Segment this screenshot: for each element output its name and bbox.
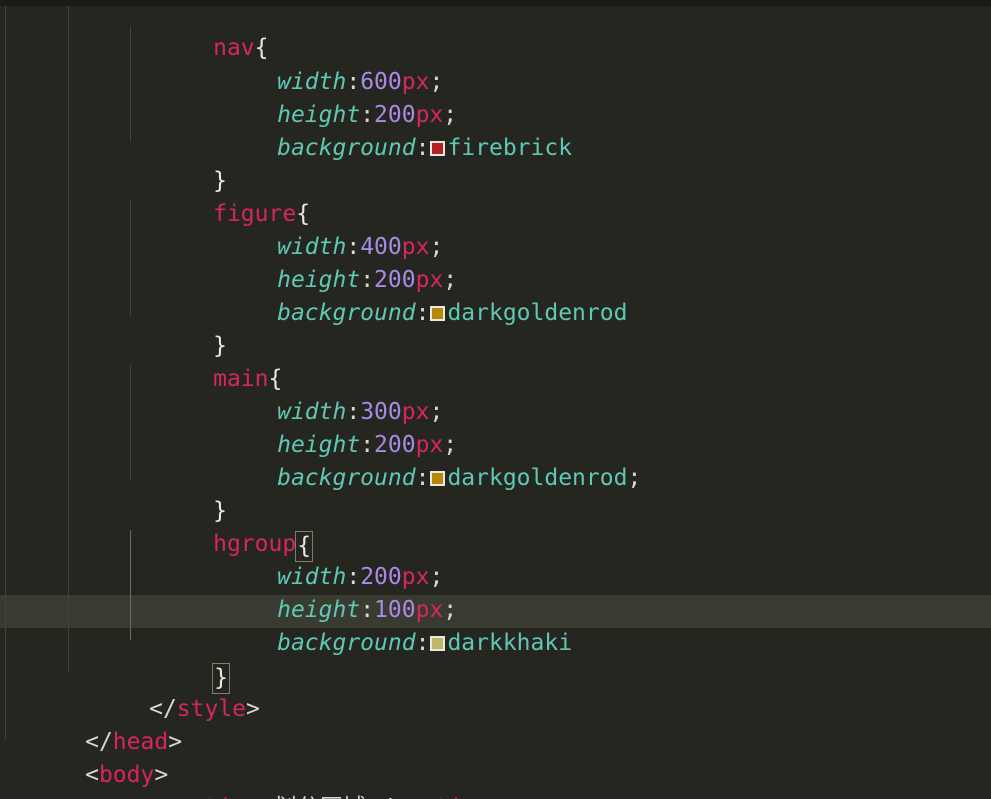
css-color-keyword: darkkhaki [447,630,573,656]
html-tag-name: style [176,696,247,722]
tag-bracket-close: > [246,696,260,722]
code-line[interactable]: } [130,297,227,359]
semicolon: ; [627,465,642,491]
code-line[interactable]: background: darkgoldenrod [194,264,627,326]
colon: : [415,135,430,161]
code-line[interactable]: <section>划分区域</section> [66,759,504,799]
tag-bracket-close: > [168,729,183,755]
code-line[interactable]: height:200px; [194,231,457,293]
code-line[interactable]: height:200px; [194,66,457,128]
color-swatch-preview-darkkhaki[interactable] [430,636,446,651]
css-color-keyword: firebrick [447,135,573,161]
code-line[interactable]: height:100px; [194,561,457,623]
css-color-keyword: darkgoldenrod [447,300,628,326]
css-property: background [277,630,416,656]
code-line[interactable]: } [130,627,230,694]
css-property: background [277,135,416,161]
colon: : [415,300,430,326]
html-tag-name: section [163,795,260,799]
code-line[interactable]: } [130,462,227,524]
tag-bracket-open: < [149,795,163,799]
code-line[interactable]: <body> [2,726,168,788]
code-line[interactable]: background: darkgoldenrod; [194,429,641,491]
code-text-layer: nav{ width:600px; height:200px; backgrou… [0,0,991,799]
code-line[interactable]: height:200px; [194,396,457,458]
css-property: background [277,300,416,326]
code-line[interactable]: figure{ [130,165,310,227]
color-swatch-preview-darkgoldenrod[interactable] [430,471,446,486]
colon: : [415,630,430,656]
code-line[interactable]: width:300px; [194,363,443,425]
code-line[interactable]: width:200px; [194,528,443,590]
tag-bracket-open: </ [366,795,394,799]
code-line[interactable]: </style> [66,660,260,722]
colon: : [415,465,430,491]
code-line-current[interactable]: background: darkkhaki [194,594,572,656]
html-text-content: 划分区域 [274,795,366,799]
css-color-keyword: darkgoldenrod [447,465,628,491]
code-line[interactable]: } [130,132,227,194]
code-line[interactable]: main{ [130,330,282,392]
tag-bracket-close: > [260,795,274,799]
html-tag-name: section [393,795,490,799]
code-line[interactable]: width:400px; [194,198,443,260]
css-property: background [277,465,416,491]
code-line[interactable]: background: firebrick [194,99,572,161]
code-line[interactable]: width:600px; [194,33,443,95]
tag-bracket-close: > [490,795,504,799]
code-line[interactable]: hgroup{ [130,495,314,562]
code-line[interactable]: </head> [2,693,182,755]
color-swatch-preview-darkgoldenrod[interactable] [430,306,446,321]
code-editor-viewport[interactable]: nav{ width:600px; height:200px; backgrou… [0,0,991,799]
scrolled-off-line-sliver [0,0,991,6]
color-swatch-preview-firebrick[interactable] [430,141,446,156]
